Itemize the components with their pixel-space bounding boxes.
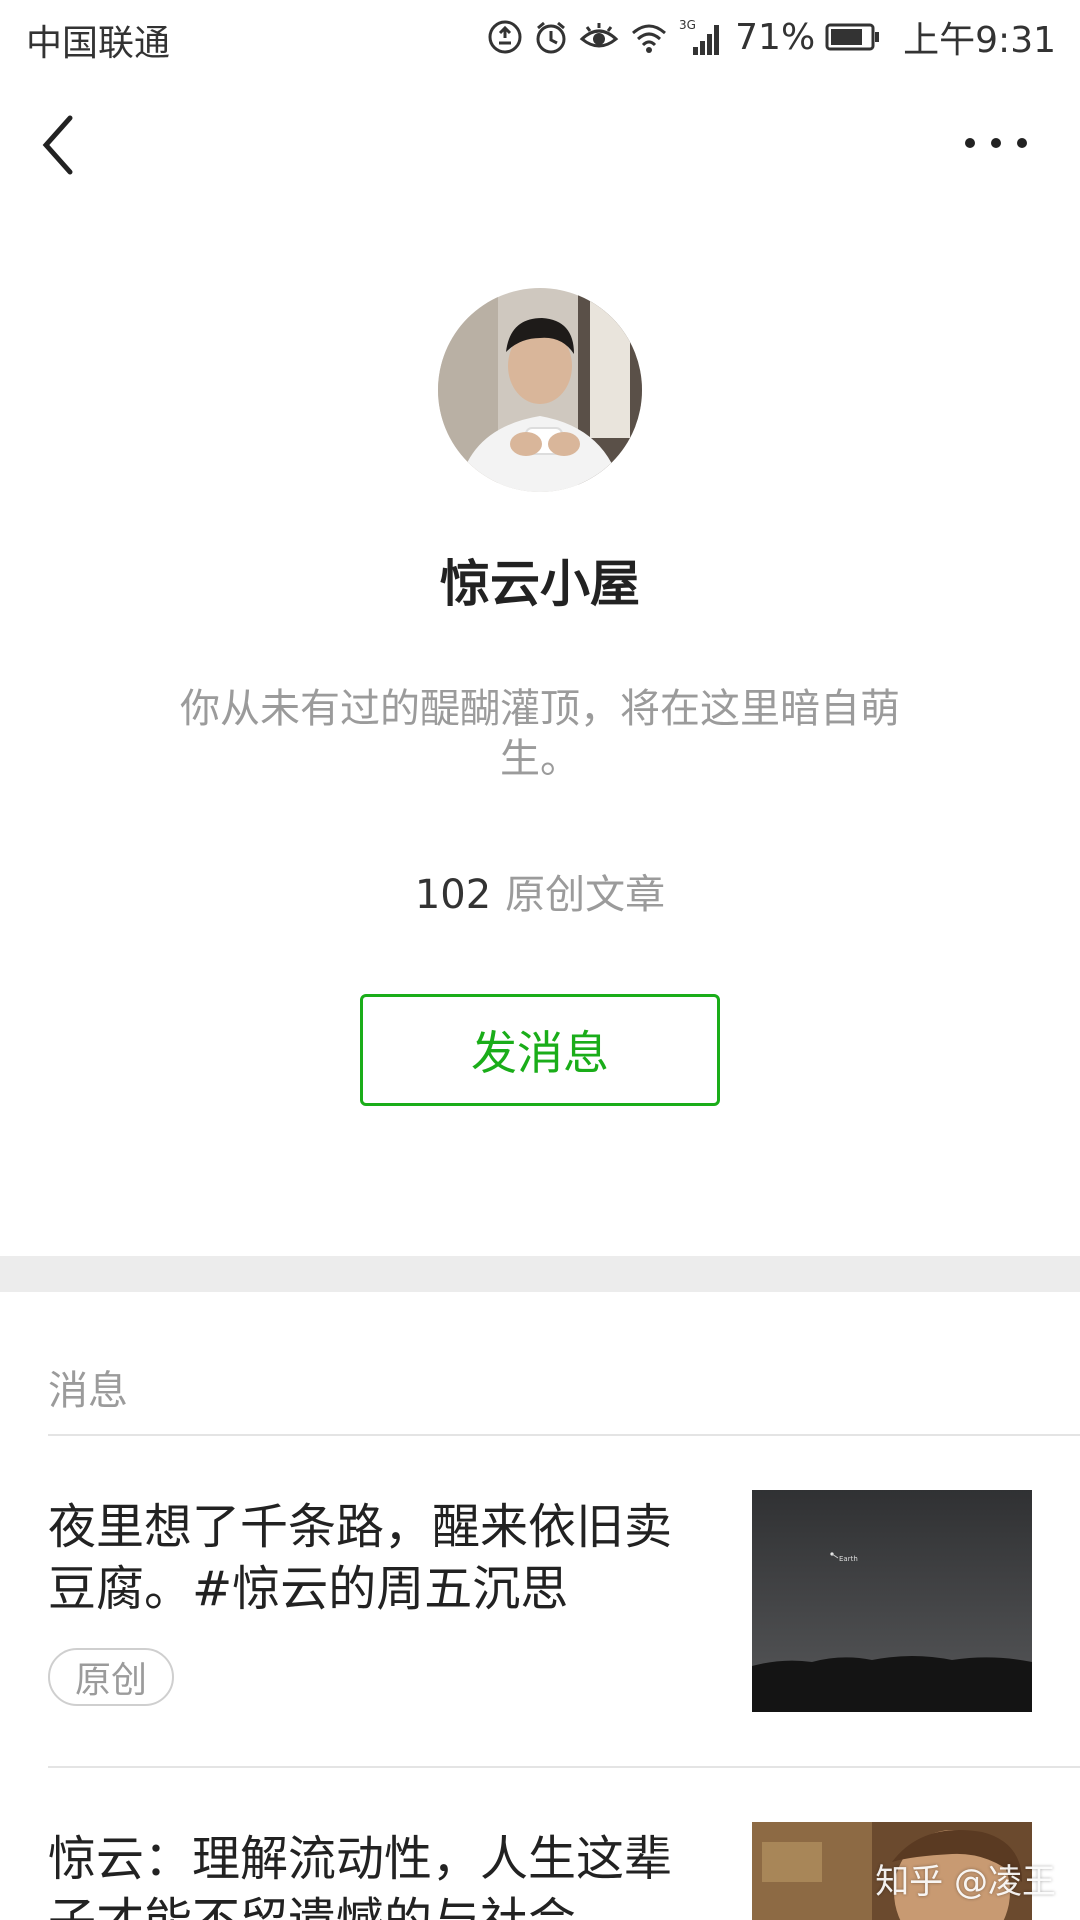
alarm-icon <box>536 21 566 54</box>
screen: 中国联通 3G 71% 上午9:31 惊云小屋 你从未有过的醍醐灌顶，将在这里暗… <box>0 0 1080 1920</box>
article-title[interactable]: 惊云：理解流动性，人生这辈子才能不留遗憾的与社会 <box>48 1828 688 1920</box>
divider <box>48 1434 1080 1436</box>
account-description: 你从未有过的醍醐灌顶，将在这里暗自萌生。 <box>180 686 900 782</box>
account-name: 惊云小屋 <box>440 555 640 613</box>
svg-text:3G: 3G <box>679 18 696 32</box>
article-stats[interactable]: 102 原创文章 <box>0 862 1080 920</box>
battery-icon <box>825 23 880 51</box>
back-button[interactable] <box>36 108 86 182</box>
more-menu-button[interactable] <box>956 128 1036 158</box>
avatar[interactable] <box>438 288 642 492</box>
clock: 上午9:31 <box>903 20 1056 61</box>
battery-percent: 71% <box>735 16 816 58</box>
status-icons: 3G 71% 上午9:31 <box>487 12 1056 62</box>
data-saver-icon <box>488 20 522 54</box>
earth-label: Earth <box>839 1555 858 1563</box>
article-thumbnail[interactable]: Earth <box>752 1490 1032 1712</box>
carrier-name: 中国联通 <box>26 23 171 64</box>
status-bar: 中国联通 3G 71% 上午9:31 <box>0 0 1080 76</box>
section-title: 消息 <box>48 1368 128 1414</box>
watermark: 知乎 @凌王 <box>875 1862 1056 1902</box>
divider <box>48 1766 1080 1768</box>
wifi-icon <box>632 24 667 53</box>
eye-comfort-icon <box>579 23 619 48</box>
article-count-label: 原创文章 <box>505 872 666 918</box>
section-divider <box>0 1256 1080 1292</box>
article-count: 102 <box>414 872 492 918</box>
send-message-button[interactable]: 发消息 <box>360 994 720 1106</box>
original-badge: 原创 <box>48 1648 174 1706</box>
signal-icon: 3G <box>679 18 720 55</box>
article-title[interactable]: 夜里想了千条路，醒来依旧卖豆腐。#惊云的周五沉思 <box>48 1496 688 1620</box>
